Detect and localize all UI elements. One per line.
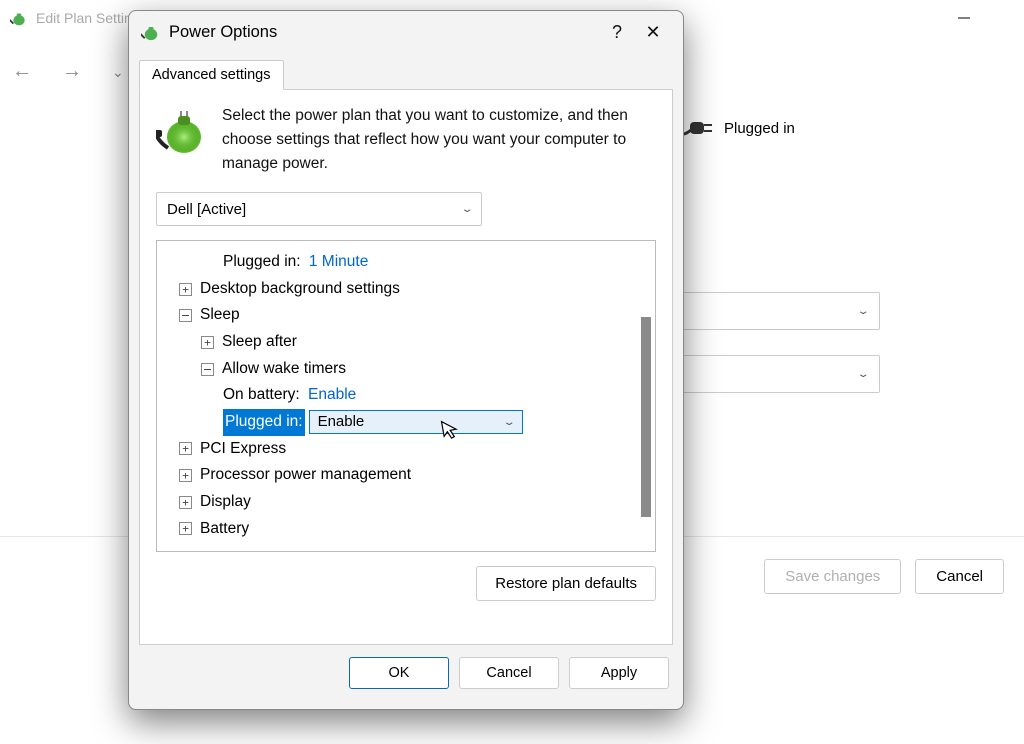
tree-node-sleep[interactable]: Sleep (200, 302, 240, 329)
tree-node-desktop-bg[interactable]: Desktop background settings (200, 276, 400, 303)
collapse-icon[interactable] (179, 309, 192, 322)
close-button[interactable]: ✕ (635, 22, 671, 43)
chevron-down-icon[interactable]: ⌄ (112, 64, 124, 87)
tree-setting-value[interactable]: 1 Minute (309, 249, 368, 276)
plugged-in-header: Plugged in (674, 116, 1004, 140)
power-icon (141, 22, 161, 42)
tab-row: Advanced settings (129, 53, 683, 89)
plugged-in-label: Plugged in (724, 120, 795, 137)
forward-arrow-icon[interactable]: → (62, 60, 82, 83)
expand-icon[interactable] (179, 442, 192, 455)
power-options-dialog: Power Options ? ✕ Advanced settings Sele… (128, 10, 684, 710)
scrollbar-thumb[interactable] (641, 317, 651, 517)
tree-setting-label: On battery: (223, 382, 300, 409)
expand-icon[interactable] (179, 283, 192, 296)
chevron-down-icon: ⌄ (503, 414, 516, 431)
tree-setting-label-selected: Plugged in: (223, 409, 305, 436)
back-arrow-icon[interactable]: ← (12, 60, 32, 83)
battery-icon (156, 104, 208, 156)
plan-name: Dell [Active] (167, 201, 246, 218)
chevron-down-icon: ⌄ (460, 204, 473, 215)
scrollbar[interactable] (637, 241, 655, 551)
tree-node-pci[interactable]: PCI Express (200, 436, 286, 463)
chevron-down-icon: ⌄ (856, 369, 869, 380)
save-changes-button[interactable]: Save changes (764, 559, 901, 594)
dialog-title: Power Options (169, 23, 277, 42)
parent-nav: ← → ⌄ (12, 60, 124, 83)
cancel-button[interactable]: Cancel (459, 657, 559, 689)
parent-right-col: Plugged in (664, 100, 1004, 140)
wake-timers-plugged-in-select[interactable]: Enable ⌄ (309, 410, 523, 434)
minimize-button[interactable] (944, 8, 984, 28)
tab-advanced-settings[interactable]: Advanced settings (139, 60, 284, 90)
tree-setting-label: Plugged in: (223, 249, 301, 276)
tree-setting-value[interactable]: Enable (308, 382, 356, 409)
expand-icon[interactable] (201, 336, 214, 349)
tree-node-display[interactable]: Display (200, 489, 251, 516)
parent-button-row: Save changes Cancel (764, 559, 1004, 594)
cancel-button[interactable]: Cancel (915, 559, 1004, 594)
tree-node-sleep-after[interactable]: Sleep after (222, 329, 297, 356)
dialog-titlebar: Power Options ? ✕ (129, 11, 683, 53)
tree-scroll-area[interactable]: Plugged in: 1 Minute Desktop background … (157, 241, 637, 551)
collapse-icon[interactable] (201, 363, 214, 376)
dialog-button-row: OK Cancel Apply (129, 645, 683, 703)
help-button[interactable]: ? (599, 22, 635, 43)
select-value: Enable (318, 409, 365, 435)
power-icon (10, 9, 28, 27)
expand-icon[interactable] (179, 522, 192, 535)
dialog-description: Select the power plan that you want to c… (222, 104, 656, 176)
tab-panel: Select the power plan that you want to c… (139, 89, 673, 645)
tree-node-plugged-in-selected: Plugged in: Enable ⌄ (161, 409, 523, 436)
tree-node-battery[interactable]: Battery (200, 516, 249, 543)
ok-button[interactable]: OK (349, 657, 449, 689)
power-plan-select[interactable]: Dell [Active] ⌄ (156, 192, 482, 226)
restore-defaults-button[interactable]: Restore plan defaults (476, 566, 656, 601)
chevron-down-icon: ⌄ (856, 306, 869, 317)
settings-tree: Plugged in: 1 Minute Desktop background … (156, 240, 656, 552)
apply-button[interactable]: Apply (569, 657, 669, 689)
expand-icon[interactable] (179, 469, 192, 482)
tree-node-allow-wake[interactable]: Allow wake timers (222, 356, 346, 383)
expand-icon[interactable] (179, 496, 192, 509)
tree-node-cpu[interactable]: Processor power management (200, 462, 411, 489)
